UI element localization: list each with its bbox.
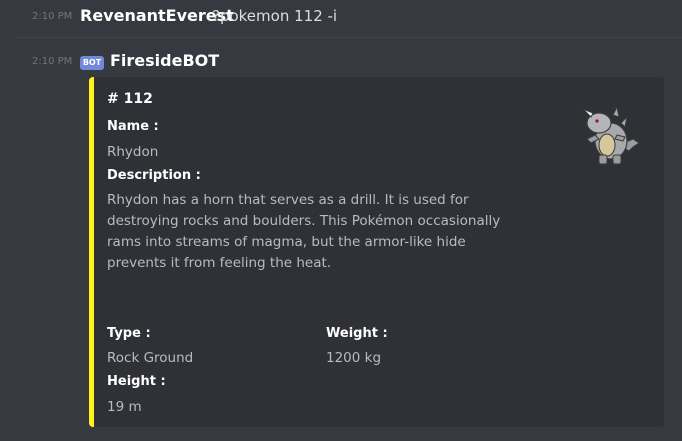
message-divider (16, 37, 682, 38)
field-name-label: Name : (107, 119, 159, 134)
field-height-label: Height : (107, 374, 166, 389)
embed-accent-bar (89, 77, 94, 427)
message-content: ?pokemon 112 -i (212, 7, 338, 25)
message-timestamp: 2:10 PM (32, 11, 73, 22)
bot-badge: BOT (80, 56, 104, 70)
field-type-label: Type : (107, 326, 151, 341)
field-name-value: Rhydon (107, 144, 159, 160)
field-description-label: Description : (107, 168, 201, 183)
message-author[interactable]: FiresideBOT (110, 51, 219, 70)
pokemon-embed: # 112 Name : Rhydon Description : Rhydon… (89, 77, 664, 427)
field-height-value: 19 m (107, 399, 142, 415)
field-weight-label: Weight : (326, 326, 388, 341)
field-weight-value: 1200 kg (326, 350, 382, 366)
message-author[interactable]: RevenantEverest (80, 6, 234, 25)
field-description-value: Rhydon has a horn that serves as a drill… (107, 192, 501, 271)
rhydon-sprite-icon[interactable] (573, 101, 643, 167)
embed-title: # 112 (107, 91, 153, 107)
message-timestamp: 2:10 PM (32, 56, 73, 67)
field-type-value: Rock Ground (107, 350, 194, 366)
